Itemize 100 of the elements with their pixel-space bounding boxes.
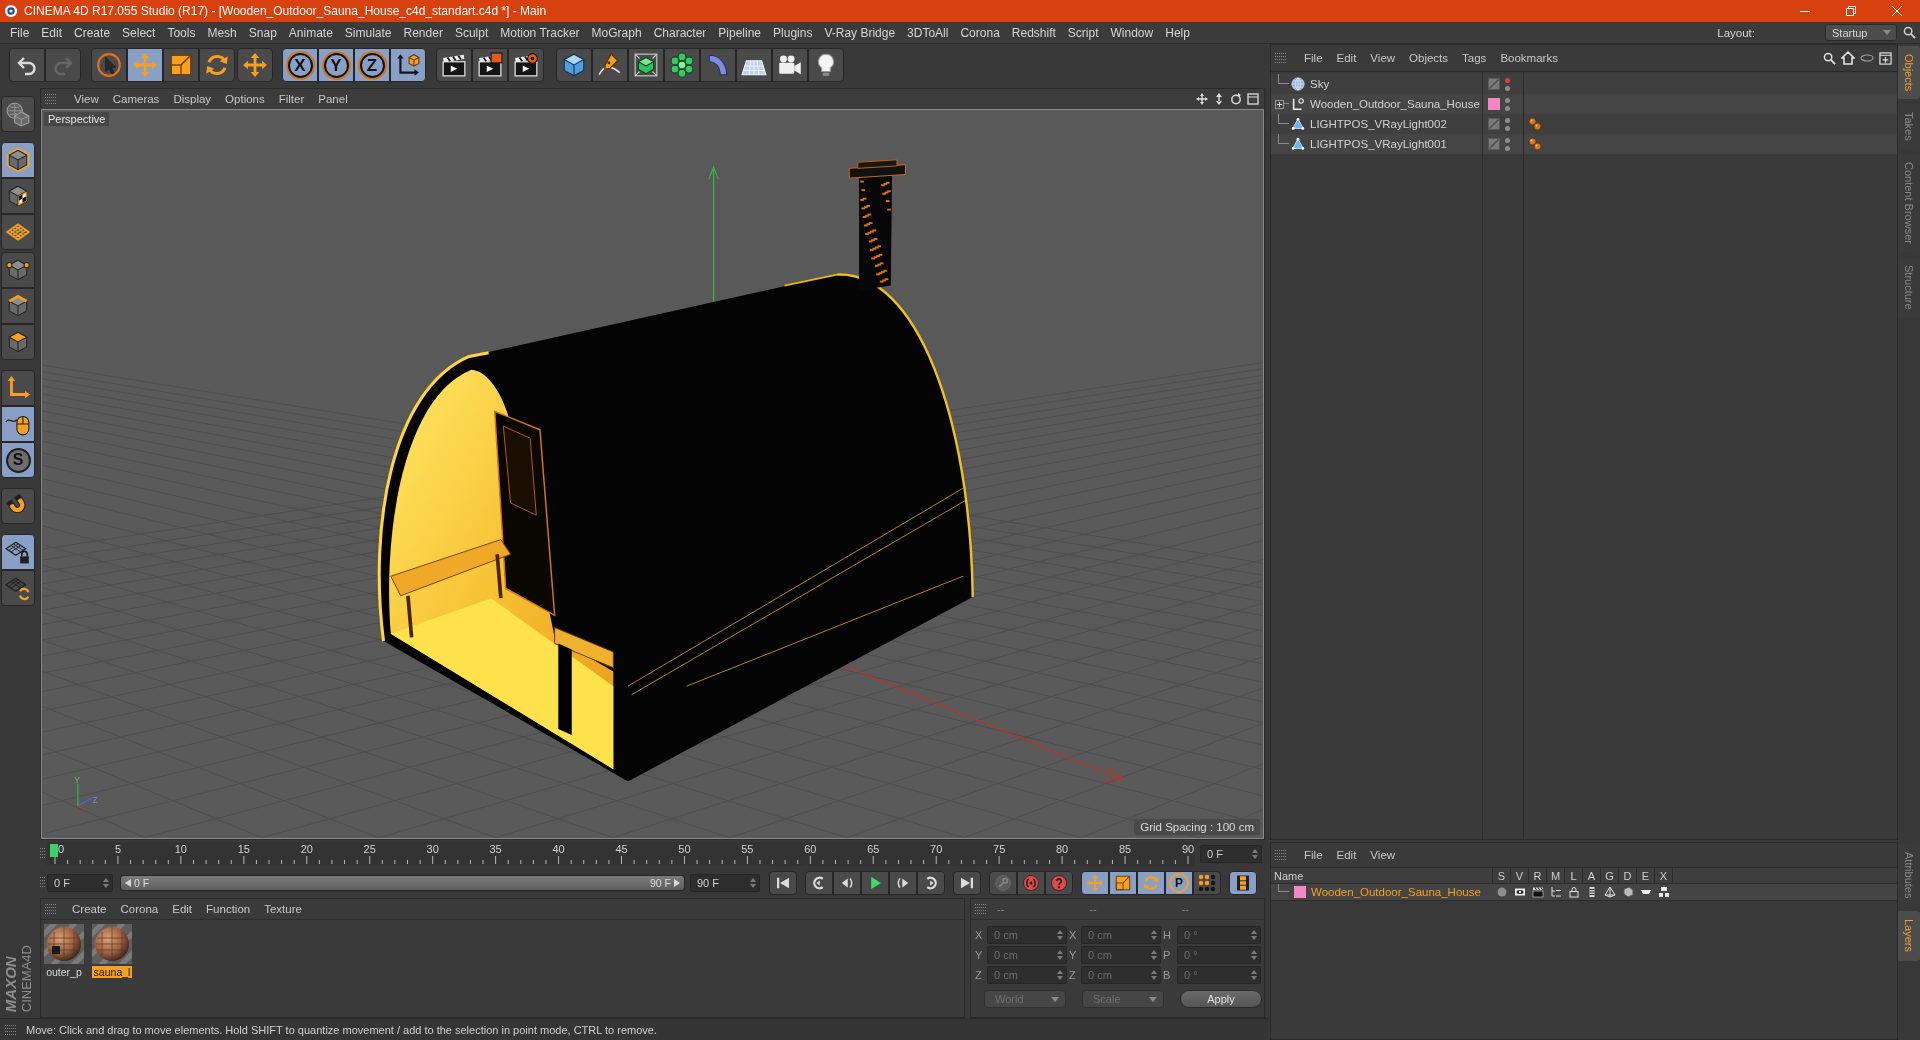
transport-button[interactable] (953, 871, 981, 895)
column-header[interactable]: X (1655, 868, 1673, 883)
column-header[interactable]: D (1619, 868, 1637, 883)
toolbar-button[interactable] (508, 48, 544, 82)
toolbar-button[interactable] (199, 48, 235, 82)
menu-item[interactable]: 3DToAll (901, 22, 955, 43)
object-name[interactable]: LIGHTPOS_VRayLight002 (1310, 118, 1447, 130)
material-name[interactable]: sauna_l (91, 966, 133, 978)
object-row[interactable]: Sky (1271, 74, 1897, 94)
object-name[interactable]: Wooden_Outdoor_Sauna_House (1310, 98, 1480, 110)
menu-item[interactable]: Redshift (1005, 22, 1062, 43)
up-down-arrow-icon[interactable] (1213, 93, 1225, 105)
mode-button[interactable] (1, 214, 35, 250)
menu-item[interactable]: Render (397, 22, 449, 43)
menu-item[interactable]: Motion Tracker (494, 22, 586, 43)
material-sphere-icon[interactable] (92, 924, 132, 964)
toolbar-button[interactable]: Z (354, 48, 390, 82)
menu-item[interactable]: Animate (282, 22, 339, 43)
material-name[interactable]: outer_p (44, 966, 84, 978)
side-tab[interactable]: Objects (1898, 46, 1920, 100)
transport-button[interactable] (861, 871, 889, 895)
menu-item[interactable]: Tags (1455, 52, 1494, 64)
menu-item[interactable]: Pipeline (712, 22, 768, 43)
dot-icon[interactable] (1496, 886, 1508, 898)
editor-dot-icon[interactable] (1505, 77, 1510, 83)
toolbar-button[interactable] (736, 48, 772, 82)
menu-item[interactable]: Character (647, 22, 713, 43)
mode-button[interactable] (1, 252, 35, 288)
hexagon-icon[interactable] (1622, 886, 1634, 898)
search-icon[interactable] (1903, 26, 1916, 39)
menu-item[interactable]: Edit (1329, 849, 1364, 861)
grip-icon[interactable] (45, 93, 57, 105)
transport-button[interactable] (833, 871, 861, 895)
eye-icon[interactable] (1514, 886, 1526, 898)
home-icon[interactable] (1841, 51, 1855, 65)
menu-item[interactable]: Bookmarks (1493, 52, 1565, 64)
editor-dot-icon[interactable] (1505, 97, 1510, 103)
side-tab[interactable]: Layers (1898, 911, 1920, 961)
oval-icon[interactable] (1860, 54, 1874, 62)
menu-item[interactable]: Edit (35, 22, 69, 43)
grip-icon[interactable] (1275, 849, 1287, 861)
menu-item[interactable]: Corona (954, 22, 1006, 43)
menu-item[interactable]: Mesh (201, 22, 243, 43)
menu-item[interactable]: Select (116, 22, 162, 43)
toolbar-button[interactable] (237, 48, 273, 82)
mode-button[interactable]: S (1, 442, 35, 478)
menu-item[interactable]: Create (65, 903, 114, 915)
grip-icon[interactable] (40, 847, 46, 861)
render-dot-icon[interactable] (1505, 145, 1510, 151)
render-dot-icon[interactable] (1505, 85, 1510, 91)
toolbar-button[interactable] (472, 48, 508, 82)
viewport-menu[interactable]: Display (166, 93, 219, 105)
menu-item[interactable]: V-Ray Bridge (818, 22, 902, 43)
column-header[interactable]: M (1547, 868, 1565, 883)
viewport-menu[interactable]: Options (218, 93, 272, 105)
material-sphere-icon[interactable] (44, 924, 84, 964)
object-name[interactable]: Sky (1310, 78, 1330, 90)
column-header[interactable]: L (1565, 868, 1583, 883)
menu-item[interactable]: Function (199, 903, 258, 915)
menu-item[interactable]: Simulate (338, 22, 398, 43)
menu-item[interactable]: Tools (161, 22, 202, 43)
toolbar-button[interactable] (664, 48, 700, 82)
frame-range-slider[interactable]: 0 F 90 F (120, 875, 685, 891)
spheres-tag-icon[interactable] (1528, 117, 1542, 131)
viewport-menu[interactable]: Filter (271, 93, 312, 105)
column-header[interactable]: E (1637, 868, 1655, 883)
render-dot-icon[interactable] (1505, 125, 1510, 131)
transport-button[interactable] (1109, 871, 1137, 895)
window-icon[interactable] (1247, 93, 1259, 105)
end-frame-field[interactable]: 90 F (690, 874, 760, 892)
column-header[interactable]: Name (1271, 868, 1493, 883)
start-frame-field[interactable]: 0 F (47, 874, 113, 892)
transport-button[interactable] (889, 871, 917, 895)
mode-button[interactable] (1, 534, 35, 570)
editor-dot-icon[interactable] (1505, 117, 1510, 123)
hierarchy-icon[interactable] (1550, 886, 1562, 898)
viewport-menu[interactable]: Cameras (105, 93, 167, 105)
column-header[interactable]: V (1511, 868, 1529, 883)
menu-item[interactable]: View (1363, 52, 1403, 64)
mode-button[interactable] (1, 488, 35, 524)
toolbar-button[interactable]: Y (318, 48, 354, 82)
column-header[interactable]: G (1601, 868, 1619, 883)
toolbar-button[interactable] (390, 48, 426, 82)
toolbar-button[interactable] (556, 48, 592, 82)
menu-item[interactable]: File (1297, 849, 1330, 861)
menu-item[interactable]: Plugins (767, 22, 819, 43)
grip-icon[interactable] (1275, 52, 1287, 64)
transport-button[interactable] (1137, 871, 1165, 895)
current-frame-field[interactable]: 0 F (1200, 845, 1262, 863)
transport-button[interactable]: P (1165, 871, 1193, 895)
layer-name[interactable]: Wooden_Outdoor_Sauna_House (1311, 886, 1481, 898)
grip-icon[interactable] (40, 876, 46, 890)
transport-button[interactable] (1193, 871, 1221, 895)
menu-item[interactable]: File (4, 22, 36, 43)
column-header[interactable]: A (1583, 868, 1601, 883)
toolbar-button[interactable] (436, 48, 472, 82)
menu-item[interactable]: Window (1104, 22, 1160, 43)
menu-item[interactable]: Edit (165, 903, 200, 915)
mode-button[interactable] (1, 406, 35, 442)
object-row[interactable]: LIGHTPOS_VRayLight001 (1271, 134, 1897, 154)
